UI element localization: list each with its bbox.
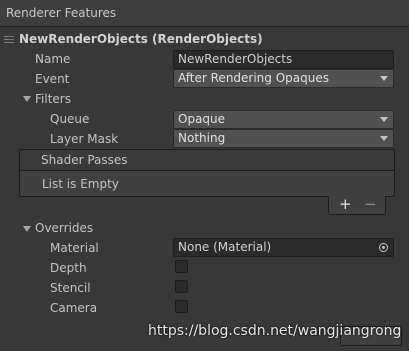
queue-dropdown-value: Opaque <box>178 112 226 126</box>
list-empty-text: List is Empty <box>42 177 119 191</box>
material-field-value: None (Material) <box>178 240 272 254</box>
drag-handle-icon[interactable] <box>4 36 14 43</box>
camera-label: Camera <box>50 301 98 315</box>
event-dropdown[interactable]: After Rendering Opaques <box>173 69 394 88</box>
depth-label: Depth <box>50 261 87 275</box>
queue-dropdown[interactable]: Opaque <box>173 110 394 129</box>
stencil-label: Stencil <box>50 281 91 295</box>
feature-title[interactable]: NewRenderObjects (RenderObjects) <box>19 32 263 46</box>
event-label: Event <box>35 72 70 86</box>
material-label: Material <box>50 241 99 255</box>
stencil-checkbox[interactable] <box>175 280 188 293</box>
overrides-label[interactable]: Overrides <box>35 221 93 235</box>
shader-passes-title: Shader Passes <box>41 153 128 167</box>
shader-passes-header: Shader Passes <box>19 149 395 171</box>
renderer-features-header: Renderer Features <box>0 0 409 27</box>
add-pass-button[interactable]: + <box>339 195 352 213</box>
event-dropdown-value: After Rendering Opaques <box>178 71 329 85</box>
depth-checkbox[interactable] <box>175 260 188 273</box>
filters-label[interactable]: Filters <box>35 92 71 106</box>
chevron-down-icon <box>380 76 388 81</box>
chevron-down-icon <box>380 136 388 141</box>
name-label: Name <box>35 52 71 66</box>
material-object-field[interactable]: None (Material) <box>173 238 394 257</box>
name-field-value: NewRenderObjects <box>178 52 293 66</box>
watermark-text: https://blog.csdn.net/wangjiangrong <box>148 323 402 339</box>
chevron-down-icon <box>380 117 388 122</box>
layer-mask-label: Layer Mask <box>50 132 119 146</box>
header-title: Renderer Features <box>6 6 117 20</box>
object-picker-icon[interactable] <box>379 243 388 252</box>
layer-mask-dropdown[interactable]: Nothing <box>173 129 394 148</box>
queue-label: Queue <box>50 112 90 126</box>
name-field[interactable]: NewRenderObjects <box>173 50 394 69</box>
overrides-foldout-icon[interactable] <box>23 226 31 232</box>
filters-foldout-icon[interactable] <box>23 96 31 102</box>
camera-checkbox[interactable] <box>175 300 188 313</box>
remove-pass-button[interactable]: − <box>364 195 377 213</box>
list-footer: + − <box>328 195 386 215</box>
layer-mask-dropdown-value: Nothing <box>178 131 226 145</box>
